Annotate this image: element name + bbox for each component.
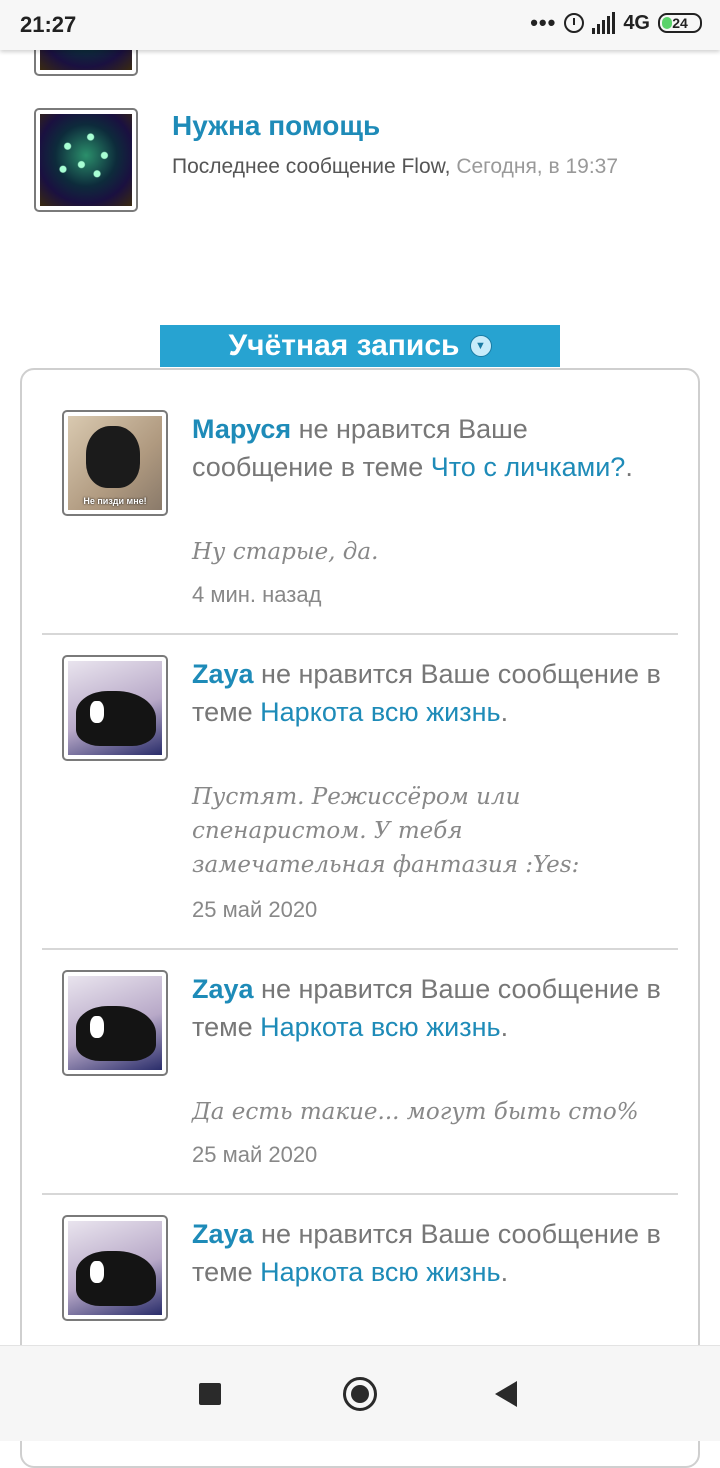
forum-thumbnail[interactable] bbox=[34, 108, 138, 212]
forum-last-message: Последнее сообщение Flow, Сегодня, в 19:… bbox=[172, 155, 618, 179]
chevron-down-icon[interactable]: ▼ bbox=[469, 335, 492, 357]
avatar-image bbox=[68, 1221, 162, 1315]
status-time: 21:27 bbox=[20, 12, 77, 37]
account-header[interactable]: Учётная запись ▼ bbox=[160, 325, 560, 367]
avatar-image bbox=[68, 976, 162, 1070]
notification-text: Zaya не нравится Ваше сообщение в теме Н… bbox=[192, 1215, 662, 1291]
circle-icon[interactable] bbox=[343, 1377, 377, 1411]
divider bbox=[42, 1193, 678, 1195]
notification-text: Zaya не нравится Ваше сообщение в теме Н… bbox=[192, 655, 662, 731]
notification-time: 4 мин. назад bbox=[192, 582, 322, 607]
more-notifications-icon: ••• bbox=[530, 10, 557, 35]
notification-thread-link[interactable]: Наркота всю жизнь bbox=[260, 1257, 500, 1287]
battery-icon: 24 bbox=[658, 13, 702, 33]
avatar[interactable] bbox=[62, 655, 168, 761]
avatar[interactable] bbox=[62, 970, 168, 1076]
notification-thread-link[interactable]: Наркота всю жизнь bbox=[260, 697, 500, 727]
square-icon[interactable] bbox=[199, 1383, 221, 1405]
notification-user[interactable]: Zaya bbox=[192, 974, 254, 1004]
forum-image bbox=[40, 114, 132, 206]
notification-time: 25 май 2020 bbox=[192, 897, 318, 922]
notification-end: . bbox=[500, 1012, 509, 1042]
divider bbox=[42, 633, 678, 635]
avatar[interactable] bbox=[62, 1215, 168, 1321]
battery-level: 24 bbox=[672, 15, 688, 31]
divider bbox=[42, 948, 678, 950]
notification-quote: Да есть такие... могут быть сто% bbox=[192, 1099, 639, 1125]
last-message-author: Последнее сообщение Flow, bbox=[172, 155, 457, 178]
notification-user[interactable]: Zaya bbox=[192, 659, 254, 689]
status-bar: 21:27 ••• 4G 24 bbox=[0, 0, 720, 50]
avatar-image bbox=[68, 661, 162, 755]
notification-thread-link[interactable]: Что с личками? bbox=[431, 452, 626, 482]
notification-time: 25 май 2020 bbox=[192, 1142, 318, 1167]
account-header-label: Учётная запись bbox=[228, 329, 460, 362]
forum-title[interactable]: Нужна помощь bbox=[172, 110, 380, 142]
network-type: 4G bbox=[623, 11, 650, 34]
avatar-image: Не пизди мне! bbox=[68, 416, 162, 510]
notification-text: Маруся не нравится Ваше сообщение в теме… bbox=[192, 410, 662, 486]
last-message-time: Сегодня, в 19:37 bbox=[456, 155, 619, 178]
notification-quote: Ну старые, да. bbox=[192, 539, 379, 565]
avatar[interactable]: Не пизди мне! bbox=[62, 410, 168, 516]
notification-user[interactable]: Zaya bbox=[192, 1219, 254, 1249]
notification-quote: Пустят. Режиссёром или спенаристом. У те… bbox=[192, 784, 580, 878]
notification-end: . bbox=[500, 1257, 509, 1287]
notification-thread-link[interactable]: Наркота всю жизнь bbox=[260, 1012, 500, 1042]
signal-icon bbox=[592, 12, 616, 34]
notification-text: Zaya не нравится Ваше сообщение в теме Н… bbox=[192, 970, 662, 1046]
notification-end: . bbox=[625, 452, 633, 482]
notification-user[interactable]: Маруся bbox=[192, 414, 291, 444]
navigation-bar bbox=[0, 1345, 720, 1441]
notification-end: . bbox=[500, 697, 509, 727]
triangle-back-icon[interactable] bbox=[495, 1381, 517, 1407]
alarm-icon bbox=[564, 13, 585, 33]
avatar-caption: Не пизди мне! bbox=[83, 496, 147, 506]
status-icons: ••• 4G 24 bbox=[530, 10, 702, 36]
